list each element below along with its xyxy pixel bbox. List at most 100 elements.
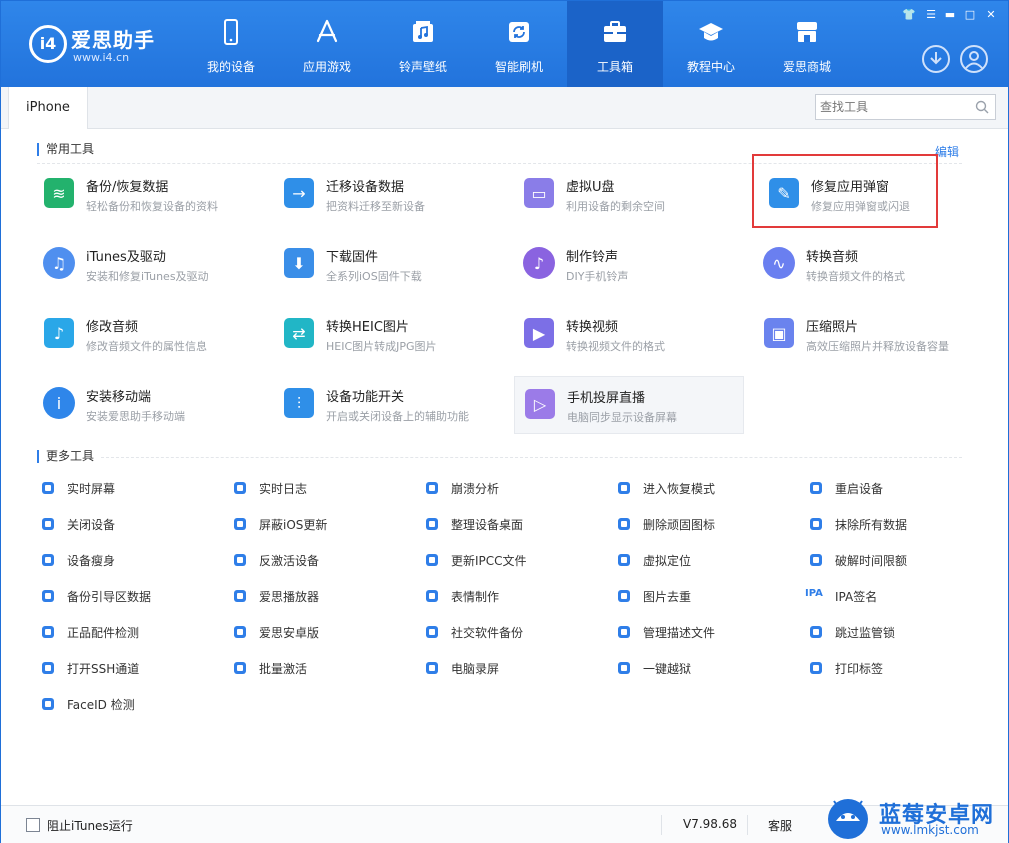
more-tool-item[interactable]: 屏蔽iOS更新 [229, 513, 409, 535]
more-tool-item[interactable]: 崩溃分析 [421, 477, 601, 499]
deactivate-icon [234, 554, 246, 566]
nav-i4-shop[interactable]: 爱思商城 [759, 1, 855, 87]
tool-card[interactable]: ✎ 修复应用弹窗 修复应用弹窗或闪退 [752, 154, 938, 228]
more-tool-item[interactable]: 管理描述文件 [613, 621, 793, 643]
more-tool-item[interactable]: 重启设备 [805, 477, 985, 499]
skin-shirt-icon[interactable]: 👕 [900, 7, 918, 23]
nav-label: 工具箱 [596, 60, 633, 74]
nav-smart-flash[interactable]: 智能刷机 [471, 1, 567, 87]
switch-sliders-icon: ⫶ [284, 388, 314, 418]
more-tool-item[interactable]: 破解时间限额 [805, 549, 985, 571]
more-tool-item[interactable]: 表情制作 [421, 585, 601, 607]
more-tool-item[interactable]: 反激活设备 [229, 549, 409, 571]
tool-description: 开启或关闭设备上的辅助功能 [326, 410, 469, 423]
search-input[interactable] [820, 98, 970, 116]
more-tool-label: 打开SSH通道 [67, 662, 140, 676]
more-tool-item[interactable]: 爱思播放器 [229, 585, 409, 607]
more-tool-item[interactable]: 电脑录屏 [421, 657, 601, 679]
more-tool-item[interactable]: 打印标签 [805, 657, 985, 679]
maximize-icon[interactable]: □ [961, 7, 979, 23]
more-tool-label: 屏蔽iOS更新 [259, 518, 328, 532]
menu-icon[interactable]: ☰ [922, 7, 940, 23]
svg-text:⫶: ⫶ [297, 394, 301, 413]
user-account-button[interactable] [960, 45, 988, 73]
more-tool-item[interactable]: 社交软件备份 [421, 621, 601, 643]
tool-card[interactable]: i 安装移动端 安装爱思助手移动端 [34, 376, 264, 434]
tool-card[interactable]: ▭ 虚拟U盘 利用设备的剩余空间 [514, 166, 744, 224]
photo-compress-icon: ▣ [764, 318, 794, 348]
tool-card[interactable]: ⇄ 转换HEIC图片 HEIC图片转成JPG图片 [274, 306, 504, 364]
tool-card[interactable]: ⫶ 设备功能开关 开启或关闭设备上的辅助功能 [274, 376, 504, 434]
desktop-grid-icon [426, 518, 438, 530]
more-tool-item[interactable]: 更新IPCC文件 [421, 549, 601, 571]
nav-label: 爱思商城 [782, 60, 831, 74]
svg-text:i: i [57, 394, 61, 413]
more-tool-item[interactable]: 批量激活 [229, 657, 409, 679]
nav-toolbox[interactable]: 工具箱 [567, 1, 663, 87]
firmware-download-icon: ⬇ [284, 248, 314, 278]
nav-label: 铃声壁纸 [398, 60, 447, 74]
more-tool-item[interactable]: 删除顽固图标 [613, 513, 793, 535]
common-tools-title: 常用工具 [37, 143, 94, 156]
more-tool-item[interactable]: 实时屏幕 [37, 477, 217, 499]
app-name: 爱思助手 [71, 28, 155, 52]
tool-card[interactable]: ♪ 制作铃声 DIY手机铃声 [514, 236, 744, 294]
more-tool-label: IPA签名 [835, 590, 878, 604]
music-folder-icon [413, 21, 433, 42]
more-tool-label: 破解时间限额 [835, 554, 908, 568]
tool-card[interactable]: ≋ 备份/恢复数据 轻松备份和恢复设备的资料 [34, 166, 264, 224]
more-tool-item[interactable]: IPA IPA签名 [805, 585, 985, 607]
more-tool-item[interactable]: 一键越狱 [613, 657, 793, 679]
more-tool-label: 虚拟定位 [643, 554, 692, 568]
window-repair-icon: ✎ [769, 178, 799, 208]
minimize-icon[interactable]: ▬ [941, 7, 959, 23]
trash-icon [618, 518, 630, 530]
eraser-icon [810, 518, 822, 530]
top-nav-bar: i4 爱思助手 www.i4.cn 我的设备 应用游戏 铃声壁纸 智能刷机 工具… [1, 1, 1008, 87]
tool-name: 安装移动端 [86, 390, 152, 405]
more-tool-item[interactable]: 备份引导区数据 [37, 585, 217, 607]
svg-text:→: → [292, 184, 305, 203]
app-window: i4 爱思助手 www.i4.cn 我的设备 应用游戏 铃声壁纸 智能刷机 工具… [0, 0, 1009, 843]
close-icon[interactable]: ✕ [982, 7, 1000, 23]
watermark-url: www.lmkjst.com [881, 823, 979, 837]
more-tool-item[interactable]: 图片去重 [613, 585, 793, 607]
more-tool-label: 批量激活 [259, 662, 308, 676]
search-icon[interactable] [975, 100, 989, 114]
nav-ringtones-wallpapers[interactable]: 铃声壁纸 [375, 1, 471, 87]
tool-card[interactable]: ▶ 转换视频 转换视频文件的格式 [514, 306, 744, 364]
nav-my-device[interactable]: 我的设备 [183, 1, 279, 87]
download-button[interactable] [922, 45, 950, 73]
tool-card[interactable]: ♫ iTunes及驱动 安装和修复iTunes及驱动 [34, 236, 264, 294]
more-tool-item[interactable]: 虚拟定位 [613, 549, 793, 571]
tool-name: 备份/恢复数据 [86, 180, 169, 195]
tool-card[interactable]: ⬇ 下载固件 全系列iOS固件下载 [274, 236, 504, 294]
more-tool-item[interactable]: 关闭设备 [37, 513, 217, 535]
more-tool-item[interactable]: 整理设备桌面 [421, 513, 601, 535]
tool-description: 利用设备的剩余空间 [566, 200, 665, 213]
search-box[interactable] [815, 94, 996, 120]
nav-apps-games[interactable]: 应用游戏 [279, 1, 375, 87]
tool-card[interactable]: ▣ 压缩照片 高效压缩照片并释放设备容量 [754, 306, 984, 364]
svg-text:≋: ≋ [52, 184, 65, 203]
more-tool-item[interactable]: 正品配件检测 [37, 621, 217, 643]
layers-backup-icon: ≋ [44, 178, 74, 208]
more-tool-item[interactable]: 进入恢复模式 [613, 477, 793, 499]
block-itunes-checkbox[interactable] [26, 818, 40, 832]
more-tool-item[interactable]: 爱思安卓版 [229, 621, 409, 643]
tab-iphone[interactable]: iPhone [8, 87, 88, 129]
more-tool-item[interactable]: 打开SSH通道 [37, 657, 217, 679]
faceid-icon [42, 698, 54, 710]
more-tool-item[interactable]: FaceID 检测 [37, 693, 217, 715]
nav-tutorial-center[interactable]: 教程中心 [663, 1, 759, 87]
more-tool-item[interactable]: 设备瘦身 [37, 549, 217, 571]
tool-card[interactable]: → 迁移设备数据 把资料迁移至新设备 [274, 166, 504, 224]
more-tool-item[interactable]: 跳过监管锁 [805, 621, 985, 643]
tool-card[interactable]: ♪ 修改音频 修改音频文件的属性信息 [34, 306, 264, 364]
tool-card[interactable]: ▷ 手机投屏直播 电脑同步显示设备屏幕 [514, 376, 744, 434]
customer-service-link[interactable]: 客服 [768, 817, 792, 834]
more-tool-item[interactable]: 抹除所有数据 [805, 513, 985, 535]
tool-card[interactable]: ∿ 转换音频 转换音频文件的格式 [754, 236, 984, 294]
more-tool-item[interactable]: 实时日志 [229, 477, 409, 499]
edit-link[interactable]: 编辑 [935, 143, 959, 160]
